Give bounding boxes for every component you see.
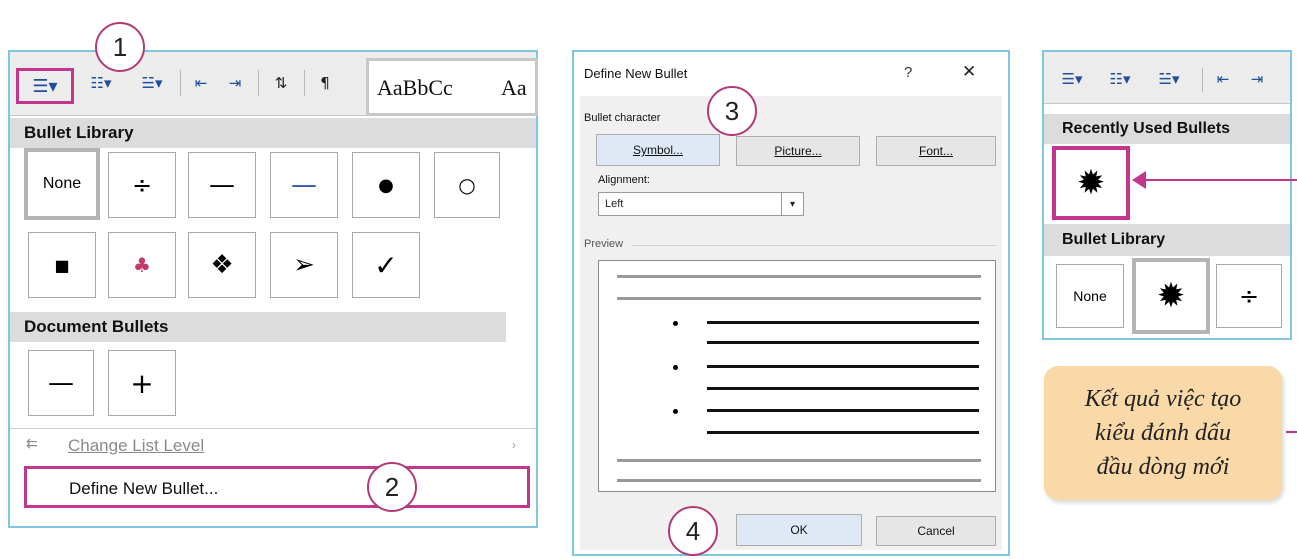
preview-text-line: [707, 365, 979, 368]
bullet-preview-box: [598, 260, 996, 492]
alignment-value: Left: [605, 198, 624, 210]
ribbon-separator: [304, 70, 305, 96]
alignment-select[interactable]: Left ▾: [598, 192, 804, 216]
define-new-bullet-dialog: Define New Bullet ? ✕ Bullet character S…: [572, 50, 1010, 556]
document-bullet-plus-option[interactable]: +: [108, 350, 176, 416]
decrease-indent-icon[interactable]: ⇤: [186, 72, 216, 94]
close-icon[interactable]: ✕: [962, 62, 976, 82]
preview-text-line: [707, 321, 979, 324]
symbol-button-label: Symbol...: [632, 143, 683, 157]
step-badge-4: 4: [668, 506, 718, 556]
preview-bullet-dot: [673, 321, 678, 326]
recently-used-bullets-heading: Recently Used Bullets: [1044, 114, 1290, 144]
ribbon-toolbar: ☰▾ ☷▾ ☱▾ ⇤ ⇥ ⇅ ¶ AaBbCc Aa: [10, 52, 538, 116]
change-list-level-icon: ⇇: [26, 436, 38, 452]
result-callout: Kết quả việc tạo kiểu đánh dấu đầu dòng …: [1044, 366, 1282, 500]
cancel-button[interactable]: Cancel: [876, 516, 996, 546]
menu-divider: [10, 428, 536, 429]
result-bullets-panel: ☰▾ ☷▾ ☱▾ ⇤ ⇥ Recently Used Bullets ✹ Bul…: [1042, 50, 1292, 340]
multilevel-list-icon[interactable]: ☱▾: [1146, 68, 1192, 90]
symbol-button[interactable]: Symbol...: [596, 134, 720, 166]
step-badge-2: 2: [367, 462, 417, 512]
callout-line-1: Kết quả việc tạo: [1084, 386, 1242, 412]
bullet-none-option[interactable]: None: [24, 148, 100, 220]
bullet-character-label: Bullet character: [584, 112, 661, 124]
ribbon-separator: [1202, 68, 1203, 92]
dialog-title: Define New Bullet: [584, 66, 688, 81]
step-badge-1: 1: [95, 22, 145, 72]
font-button-label: Font...: [918, 144, 953, 158]
preview-divider: [632, 245, 996, 246]
increase-indent-icon[interactable]: ⇥: [220, 72, 250, 94]
bullet-hollow-circle-option[interactable]: ○: [434, 152, 500, 218]
ok-button-label: OK: [790, 523, 808, 537]
preview-line: [617, 297, 981, 300]
bullet-filled-circle-option[interactable]: ●: [352, 152, 420, 218]
preview-label: Preview: [584, 238, 624, 250]
style-preview-next: Aa: [501, 75, 527, 100]
define-new-bullet-item[interactable]: Define New Bullet...: [24, 466, 530, 508]
sort-icon[interactable]: ⇅: [266, 72, 296, 94]
document-bullets-heading: Document Bullets: [10, 312, 506, 342]
bullet-arrow-option[interactable]: ➢: [270, 232, 338, 298]
bullet-checkmark-option[interactable]: ✓: [352, 232, 420, 298]
picture-button[interactable]: Picture...: [736, 136, 860, 166]
dialog-body: Bullet character Symbol... Picture... Fo…: [580, 96, 1002, 550]
ribbon-separator: [258, 70, 259, 96]
define-new-bullet-label: Define New Bullet...: [69, 479, 219, 498]
preview-text-line: [707, 387, 979, 390]
change-list-level-item[interactable]: Change List Level: [68, 436, 204, 456]
help-button[interactable]: ?: [904, 64, 912, 81]
bullet-blue-dash-option[interactable]: —: [270, 152, 338, 218]
step-badge-3: 3: [707, 86, 757, 136]
preview-text-line: [707, 409, 979, 412]
decrease-indent-icon[interactable]: ⇤: [1208, 68, 1238, 90]
preview-line: [617, 275, 981, 278]
font-button[interactable]: Font...: [876, 136, 996, 166]
ribbon-toolbar: ☰▾ ☷▾ ☱▾ ⇤ ⇥: [1044, 52, 1290, 104]
callout-line-3: đầu dòng mới: [1096, 454, 1230, 480]
bullet-library-heading: Bullet Library: [1044, 224, 1290, 256]
ribbon-separator: [180, 70, 181, 96]
document-bullet-dash-option[interactable]: —: [28, 350, 94, 416]
style-gallery[interactable]: AaBbCc Aa: [366, 58, 538, 116]
numbering-icon[interactable]: ☷▾: [78, 72, 124, 94]
picture-button-label: Picture...: [774, 144, 822, 158]
bullet-picture-option[interactable]: ♣: [108, 232, 176, 298]
bullet-division-option[interactable]: ÷: [1216, 264, 1282, 328]
ok-button[interactable]: OK: [736, 514, 862, 546]
bullet-library-heading: Bullet Library: [10, 118, 536, 148]
preview-line: [617, 479, 981, 482]
preview-bullet-dot: [673, 365, 678, 370]
bullet-division-option[interactable]: ÷: [108, 152, 176, 218]
bullet-none-option[interactable]: None: [1056, 264, 1124, 328]
style-preview-normal: AaBbCc: [377, 75, 453, 100]
multilevel-list-icon[interactable]: ☱▾: [128, 72, 176, 94]
preview-line: [617, 459, 981, 462]
arrow-head-icon: [1132, 171, 1146, 189]
callout-line-2: kiểu đánh dấu: [1095, 420, 1231, 446]
recent-bullet-option[interactable]: ✹: [1052, 146, 1130, 220]
preview-text-line: [707, 431, 979, 434]
show-formatting-icon[interactable]: ¶: [310, 72, 340, 94]
chevron-down-icon[interactable]: ▾: [781, 193, 803, 215]
bullet-square-option[interactable]: ■: [28, 232, 96, 298]
cancel-button-label: Cancel: [917, 524, 955, 538]
arrow-pointer: [1134, 179, 1297, 181]
bullets-dropdown-panel: ☰▾ ☷▾ ☱▾ ⇤ ⇥ ⇅ ¶ AaBbCc Aa Bullet Librar…: [8, 50, 538, 528]
numbering-icon[interactable]: ☷▾: [1098, 68, 1142, 90]
arrow-connector: [1286, 431, 1297, 433]
preview-bullet-dot: [673, 409, 678, 414]
submenu-arrow-icon: ›: [512, 438, 516, 452]
increase-indent-icon[interactable]: ⇥: [1242, 68, 1272, 90]
bullets-icon[interactable]: ☰▾: [1050, 68, 1094, 90]
alignment-label: Alignment:: [598, 174, 650, 186]
bullet-star-option[interactable]: ✹: [1132, 258, 1210, 334]
bullet-dash-option[interactable]: —: [188, 152, 256, 218]
preview-text-line: [707, 341, 979, 344]
bullets-icon[interactable]: ☰▾: [16, 68, 74, 104]
bullet-diamond-option[interactable]: ❖: [188, 232, 256, 298]
